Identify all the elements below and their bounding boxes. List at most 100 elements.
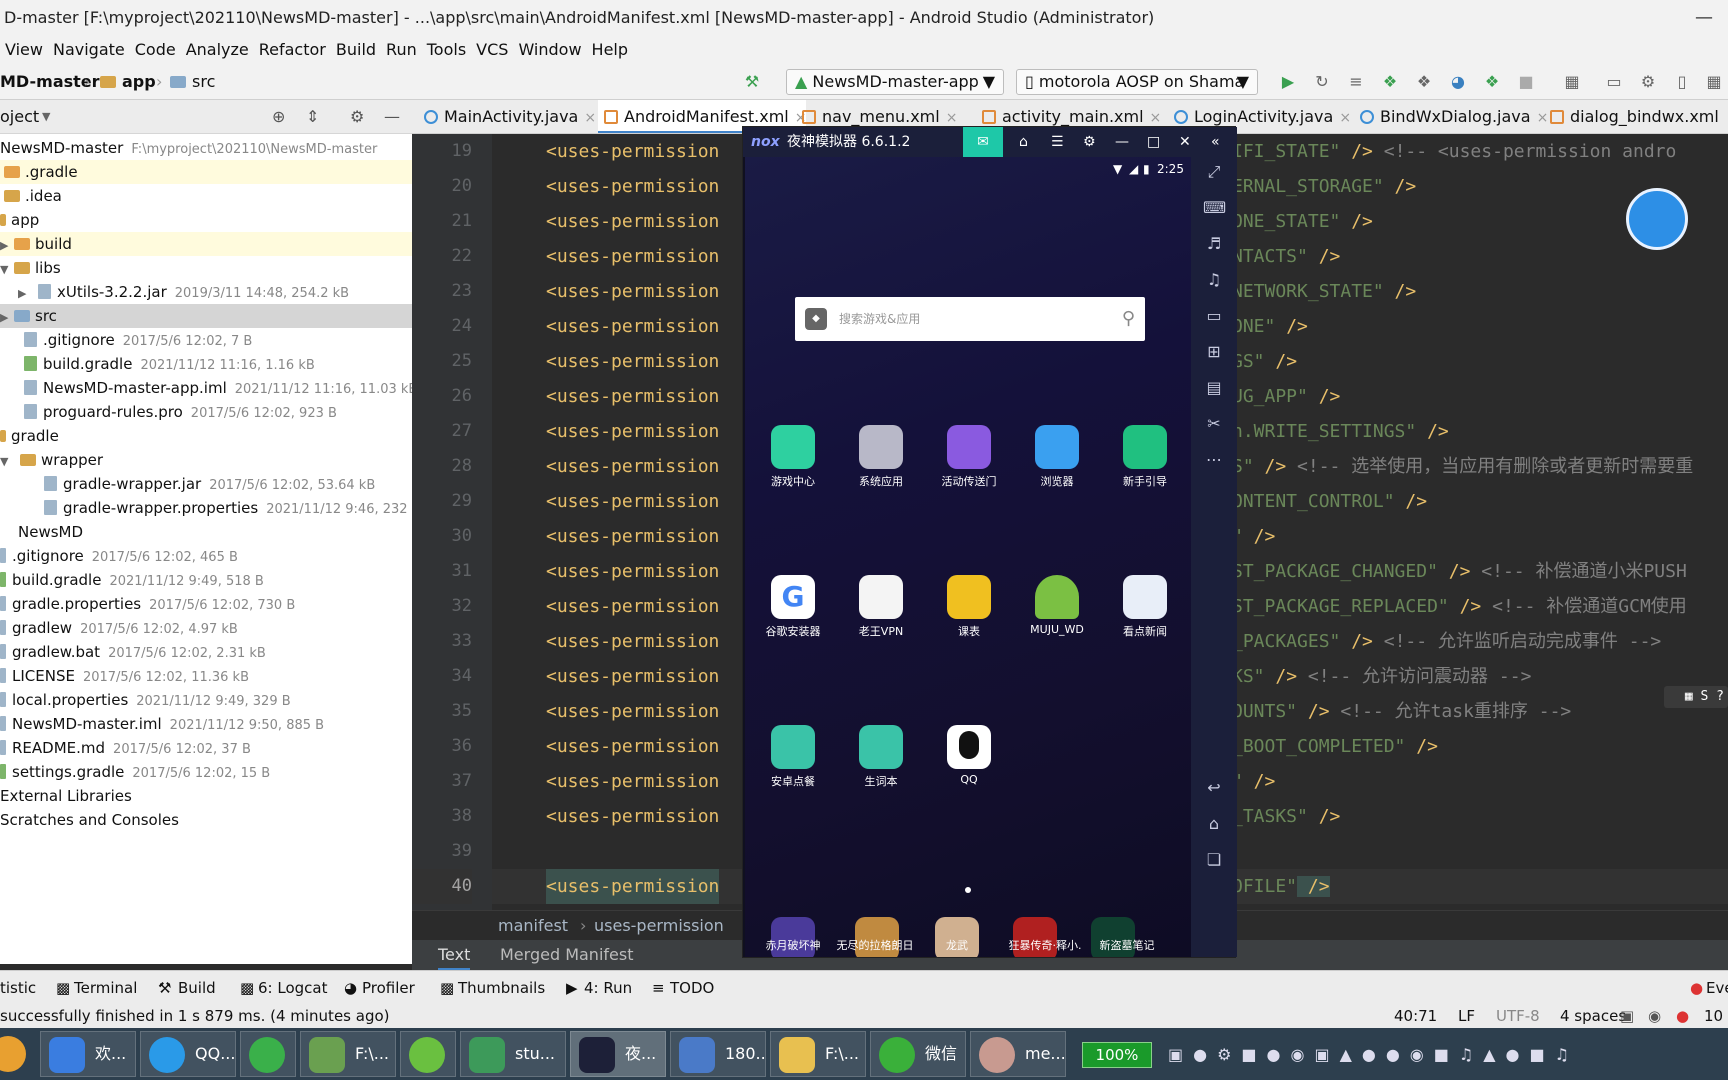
volume-up-icon[interactable]: ♬: [1203, 233, 1225, 255]
fullscreen-icon[interactable]: ⤢: [1203, 161, 1225, 183]
menu-tools[interactable]: Tools: [422, 36, 471, 64]
collapse-sidebar-icon[interactable]: «: [1211, 127, 1220, 157]
file-encoding[interactable]: UTF-8: [1496, 1004, 1540, 1028]
maximize-icon[interactable]: □: [1147, 127, 1160, 157]
tree-item[interactable]: gradle: [0, 424, 412, 448]
tree-item[interactable]: ▼ wrapper: [0, 448, 412, 472]
menu-build[interactable]: Build: [331, 36, 381, 64]
tree-item[interactable]: .gitignore 2017/5/6 12:02, 7 B: [0, 328, 412, 352]
coverage-icon[interactable]: ❖: [1482, 72, 1502, 92]
tool-event-log[interactable]: Eve: [1706, 971, 1728, 1005]
layout-inspector-icon[interactable]: ▦: [1704, 72, 1724, 92]
tree-item[interactable]: ▶ build: [0, 232, 412, 256]
app-browser-icon[interactable]: [1035, 425, 1079, 469]
menu-view[interactable]: View: [0, 36, 48, 64]
device-manager-icon[interactable]: ▯: [1672, 72, 1692, 92]
tool-todo[interactable]: TODO: [670, 971, 714, 1005]
start-icon[interactable]: [0, 1036, 26, 1072]
tool-statistic[interactable]: tistic: [0, 971, 36, 1005]
tree-root[interactable]: NewsMD-master F:\myproject\202110\NewsMD-…: [0, 136, 412, 160]
apk-install-icon[interactable]: ⊞: [1203, 341, 1225, 363]
collapse-all-icon[interactable]: ⇕: [306, 100, 319, 134]
menu-icon[interactable]: ☰: [1051, 127, 1064, 157]
app-vpn-icon[interactable]: [859, 575, 903, 619]
home-icon[interactable]: ⌂: [1203, 813, 1225, 835]
rerun-icon[interactable]: ↻: [1312, 72, 1332, 92]
taskbar-item[interactable]: 微信: [870, 1031, 966, 1077]
tab-mainactivity[interactable]: MainActivity.java ×: [418, 100, 596, 133]
tree-item[interactable]: proguard-rules.pro 2017/5/6 12:02, 923 B: [0, 400, 412, 424]
taskbar-item[interactable]: [400, 1031, 456, 1077]
tree-item[interactable]: gradlew 2017/5/6 12:02, 4.97 kB: [0, 616, 412, 640]
app-news-icon[interactable]: [1123, 575, 1167, 619]
gear-icon[interactable]: ⚙: [1083, 127, 1096, 157]
screen-icon[interactable]: ▭: [1203, 305, 1225, 327]
chevron-down-icon[interactable]: ▼: [42, 100, 50, 134]
tree-item[interactable]: settings.gradle 2017/5/6 12:02, 15 B: [0, 760, 412, 784]
indent-setting[interactable]: 4 spaces: [1560, 1004, 1626, 1028]
tool-run[interactable]: 4: Run: [584, 971, 632, 1005]
app-vocabulary-icon[interactable]: [859, 725, 903, 769]
inspector-icon[interactable]: ◉: [1648, 1004, 1661, 1028]
app-schedule-icon[interactable]: [947, 575, 991, 619]
taskbar-item[interactable]: QQ...: [140, 1031, 236, 1077]
stop-icon[interactable]: ■: [1516, 72, 1536, 92]
menu-analyze[interactable]: Analyze: [181, 36, 254, 64]
chevron-down-icon[interactable]: ▼: [0, 258, 14, 280]
tree-item[interactable]: .gradle: [0, 160, 412, 184]
android-home-screen[interactable]: ▼ ◢ ▮ 2:25 ◆ 搜索游戏&应用 ⚲ 游戏中心 系统应用 活动传送门 浏…: [745, 157, 1191, 957]
tree-item[interactable]: gradle-wrapper.properties 2021/11/12 9:46…: [0, 496, 412, 520]
keyboard-icon[interactable]: ⌨: [1203, 197, 1226, 219]
scissors-icon[interactable]: ✂: [1203, 413, 1225, 435]
taskbar-item-active[interactable]: 夜...: [570, 1031, 666, 1077]
tree-item[interactable]: local.properties 2021/11/12 9:49, 329 B: [0, 688, 412, 712]
tree-item[interactable]: NewsMD-master-app.iml 2021/11/12 11:16, 1…: [0, 376, 412, 400]
tab-text[interactable]: Text: [438, 942, 471, 970]
tree-item[interactable]: README.md 2017/5/6 12:02, 37 B: [0, 736, 412, 760]
breadcrumb-manifest[interactable]: manifest: [498, 911, 568, 941]
tree-item[interactable]: LICENSE 2017/5/6 12:02, 11.36 kB: [0, 664, 412, 688]
close-icon[interactable]: ×: [1150, 110, 1162, 126]
app-google-installer-icon[interactable]: G: [771, 575, 815, 619]
taskbar-item[interactable]: 欢...: [40, 1031, 136, 1077]
menu-run[interactable]: Run: [381, 36, 422, 64]
print-icon[interactable]: ▤: [1203, 377, 1225, 399]
app-qq-icon[interactable]: [947, 725, 991, 769]
app-search-bar[interactable]: ◆ 搜索游戏&应用 ⚲: [795, 297, 1145, 341]
tree-item[interactable]: .gitignore 2017/5/6 12:02, 465 B: [0, 544, 412, 568]
hide-panel-icon[interactable]: —: [384, 100, 400, 134]
close-icon[interactable]: ×: [1339, 110, 1351, 126]
tree-item[interactable]: build.gradle 2021/11/12 9:49, 518 B: [0, 568, 412, 592]
volume-down-icon[interactable]: ♫: [1203, 269, 1225, 291]
app-android-icon[interactable]: [1035, 575, 1079, 619]
close-icon[interactable]: ×: [584, 110, 596, 126]
tool-thumbnails[interactable]: Thumbnails: [458, 971, 545, 1005]
tree-item[interactable]: gradle-wrapper.jar 2017/5/6 12:02, 53.64 …: [0, 472, 412, 496]
menu-window[interactable]: Window: [513, 36, 586, 64]
attach-debugger-icon[interactable]: ❖: [1414, 72, 1434, 92]
apply-changes-icon[interactable]: ≡: [1346, 72, 1366, 92]
menu-navigate[interactable]: Navigate: [48, 36, 130, 64]
breadcrumb-src[interactable]: src: [192, 64, 215, 100]
menu-help[interactable]: Help: [587, 36, 633, 64]
recent-apps-icon[interactable]: ❏: [1203, 849, 1225, 871]
tree-item[interactable]: .idea: [0, 184, 412, 208]
tree-item[interactable]: ▼ libs: [0, 256, 412, 280]
back-icon[interactable]: ↩: [1203, 777, 1225, 799]
tree-item-selected[interactable]: ▶ src: [0, 304, 412, 328]
app-android-ordering-icon[interactable]: [771, 725, 815, 769]
input-method-icon[interactable]: ▦ S ?: [1664, 686, 1728, 708]
menu-refactor[interactable]: Refactor: [254, 36, 331, 64]
error-icon[interactable]: ●: [1676, 1004, 1689, 1028]
tree-item[interactable]: Scratches and Consoles: [0, 808, 412, 832]
chevron-down-icon[interactable]: ▼: [0, 450, 14, 472]
taskbar-item[interactable]: F:\...: [300, 1031, 396, 1077]
sdk-manager-icon[interactable]: ⚙: [1638, 72, 1658, 92]
menu-code[interactable]: Code: [130, 36, 181, 64]
more-icon[interactable]: ⋯: [1203, 449, 1225, 471]
home-screen-icon[interactable]: ⌂: [1019, 127, 1028, 157]
locate-icon[interactable]: ⊕: [272, 100, 285, 134]
debug-icon[interactable]: ❖: [1380, 72, 1400, 92]
device-select[interactable]: ▯ motorola AOSP on Shama ▼: [1016, 69, 1258, 95]
gear-icon[interactable]: ⚙: [350, 100, 364, 134]
